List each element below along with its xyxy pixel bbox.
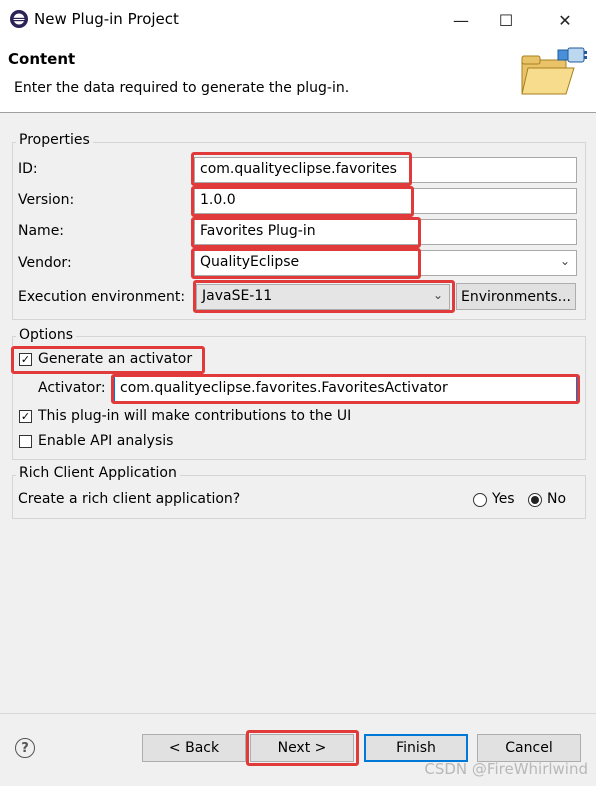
name-highlight xyxy=(191,217,421,248)
help-icon[interactable]: ? xyxy=(15,738,35,758)
maximize-button[interactable]: ☐ xyxy=(493,8,519,32)
footer-separator xyxy=(0,713,596,714)
id-highlight xyxy=(191,152,412,186)
id-label: ID: xyxy=(18,161,38,177)
vendor-highlight xyxy=(191,248,421,279)
generate-activator-highlight xyxy=(11,346,205,374)
window-title: New Plug-in Project xyxy=(34,10,179,28)
chevron-down-icon[interactable]: ⌄ xyxy=(560,254,570,268)
vendor-label: Vendor: xyxy=(18,255,72,271)
page-title: Content xyxy=(8,50,76,68)
activator-highlight xyxy=(111,374,580,404)
options-group-label: Options xyxy=(16,327,77,343)
name-label: Name: xyxy=(18,223,65,239)
folder-plug-icon xyxy=(518,46,588,106)
finish-button[interactable]: Finish xyxy=(364,734,468,762)
rcp-no-label: No xyxy=(547,491,567,507)
rcp-group-label: Rich Client Application xyxy=(16,465,180,481)
page-description: Enter the data required to generate the … xyxy=(14,80,350,96)
eclipse-icon xyxy=(9,9,29,29)
next-highlight xyxy=(246,730,359,766)
exec-env-highlight xyxy=(193,280,455,313)
close-button[interactable]: ✕ xyxy=(552,8,578,32)
activator-label: Activator: xyxy=(38,380,106,396)
ui-contrib-checkbox[interactable]: ✓ xyxy=(19,410,32,423)
api-analysis-checkbox[interactable] xyxy=(19,435,32,448)
api-analysis-label: Enable API analysis xyxy=(38,433,174,449)
cancel-button[interactable]: Cancel xyxy=(477,734,581,762)
rcp-yes-label: Yes xyxy=(492,491,515,507)
rcp-yes-radio[interactable] xyxy=(473,493,487,507)
exec-env-label: Execution environment: xyxy=(18,289,186,305)
back-button[interactable]: < Back xyxy=(142,734,246,762)
version-label: Version: xyxy=(18,192,75,208)
banner-separator xyxy=(0,112,596,113)
ui-contrib-label: This plug-in will make contributions to … xyxy=(38,408,352,424)
minimize-button[interactable]: — xyxy=(448,8,474,32)
version-highlight xyxy=(191,186,414,217)
rcp-no-radio[interactable] xyxy=(528,493,542,507)
rcp-question: Create a rich client application? xyxy=(18,491,241,507)
properties-group-label: Properties xyxy=(16,132,93,148)
environments-button[interactable]: Environments... xyxy=(456,283,576,310)
watermark: CSDN @FireWhirlwind xyxy=(424,760,588,778)
wizard-banner xyxy=(0,40,596,112)
